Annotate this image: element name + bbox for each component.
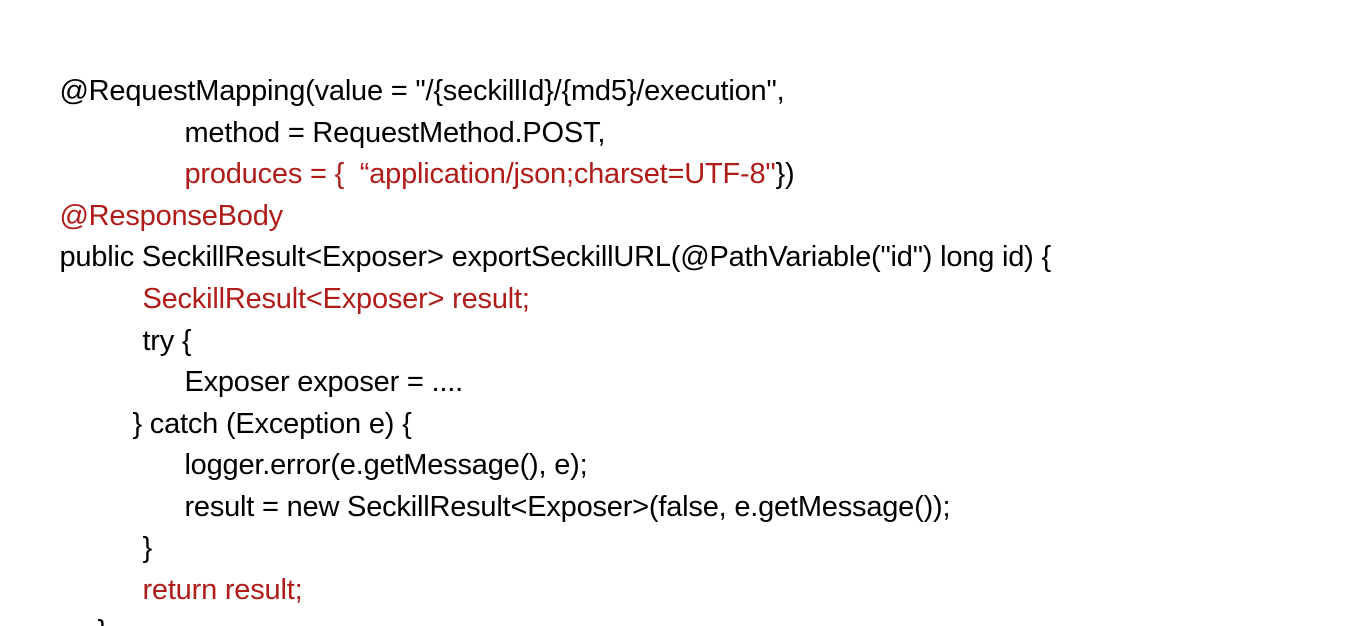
code-line-6: SeckillResult<Exposer> result; (111, 238, 529, 315)
code-line-10: logger.error(e.getMessage(), e); (153, 404, 587, 481)
code-segment-highlight: return result; (142, 574, 303, 606)
code-line-12: } (111, 487, 152, 564)
code-line-9: } catch (Exception e) { (101, 363, 411, 440)
code-line-1: @RequestMapping(value = "/{seckillId}/{m… (28, 30, 784, 107)
code-line-5: public SeckillResult<Exposer> exportSeck… (28, 196, 1051, 273)
code-line-8: Exposer exposer = .... (153, 321, 463, 398)
code-line-13: return result; (111, 529, 302, 606)
code-segment: result = new SeckillResult<Exposer>(fals… (184, 491, 951, 523)
code-line-3: produces = { “application/json;charset=U… (153, 113, 794, 190)
code-line-11: result = new SeckillResult<Exposer>(fals… (153, 446, 950, 523)
code-segment: } (97, 615, 107, 626)
code-line-4: @ResponseBody (28, 155, 283, 232)
code-slide: @RequestMapping(value = "/{seckillId}/{m… (0, 0, 1352, 626)
code-line-2: method = RequestMethod.POST, (153, 72, 605, 149)
code-segment: }) (775, 158, 795, 190)
code-line-14: } (66, 570, 107, 626)
code-line-7: try { (111, 280, 191, 357)
code-segment-highlight: SeckillResult<Exposer> result; (142, 283, 530, 315)
